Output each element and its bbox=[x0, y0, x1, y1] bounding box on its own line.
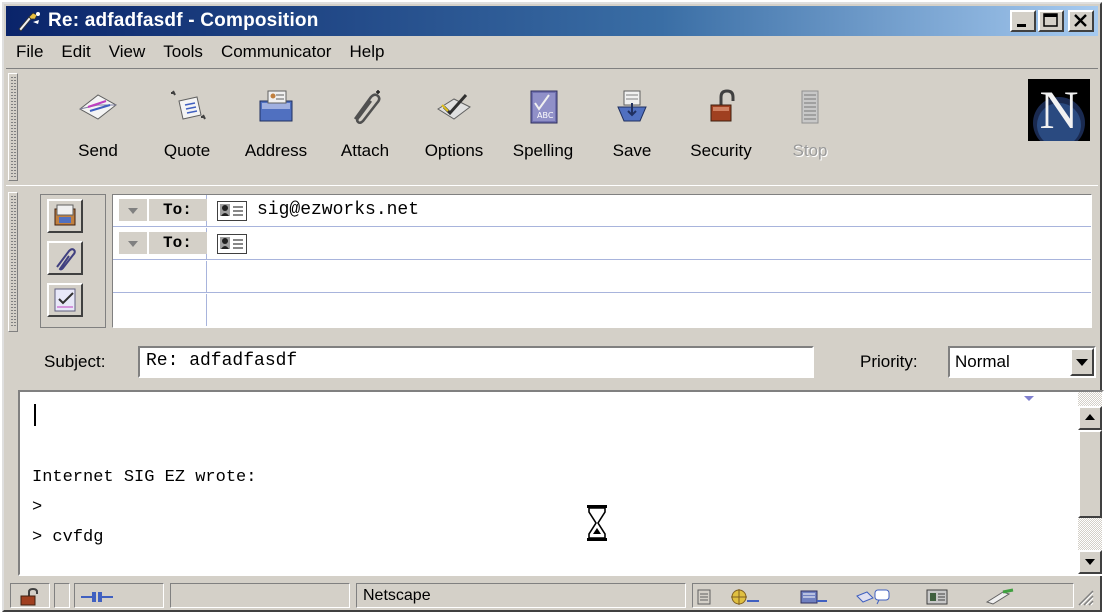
recipient-type-dropdown[interactable] bbox=[119, 232, 147, 254]
scroll-up-button[interactable] bbox=[1078, 406, 1102, 430]
options-checkmark-icon bbox=[432, 87, 476, 127]
address-card-icon[interactable] bbox=[217, 234, 247, 254]
address-side-tabs bbox=[40, 194, 106, 328]
recipient-list: To: sig@ezworks.net To: bbox=[112, 194, 1092, 328]
close-icon bbox=[1074, 14, 1087, 27]
recipient-row: To: bbox=[113, 228, 1091, 260]
scroll-thumb[interactable] bbox=[1078, 430, 1102, 518]
component-bar bbox=[692, 583, 1074, 608]
paperclip-icon bbox=[343, 87, 387, 127]
address-book-icon[interactable] bbox=[925, 588, 949, 606]
priority-label: Priority: bbox=[860, 352, 918, 371]
recipient-address[interactable]: sig@ezworks.net bbox=[257, 200, 419, 220]
menu-tools[interactable]: Tools bbox=[154, 42, 212, 62]
title-bar[interactable]: Re: adfadfasdf - Composition bbox=[6, 6, 1098, 36]
recipient-type-label[interactable]: To: bbox=[149, 232, 207, 254]
progress-bar bbox=[170, 583, 350, 608]
menu-edit[interactable]: Edit bbox=[52, 42, 99, 62]
maximize-button[interactable] bbox=[1038, 10, 1064, 32]
priority-value: Normal bbox=[955, 352, 1010, 371]
options-button[interactable]: Options bbox=[420, 79, 488, 179]
save-icon bbox=[610, 87, 654, 127]
menu-bar: File Edit View Tools Communicator Help bbox=[6, 38, 1098, 66]
body-line: > bbox=[32, 498, 43, 517]
component-bar-grip-icon bbox=[697, 589, 711, 605]
stop-icon bbox=[788, 87, 832, 127]
composer-icon[interactable] bbox=[983, 588, 1017, 606]
priority-select[interactable]: Normal bbox=[948, 346, 1096, 378]
vertical-scrollbar[interactable] bbox=[1078, 392, 1102, 574]
toolbar-grip[interactable] bbox=[8, 73, 18, 181]
netscape-logo[interactable]: N bbox=[1028, 79, 1090, 141]
connection-plug-icon bbox=[81, 592, 113, 602]
menu-communicator[interactable]: Communicator bbox=[212, 42, 341, 62]
composition-toolbar: Send Quote Address Attach Options ABC Sp… bbox=[6, 68, 1098, 186]
padlock-icon bbox=[20, 588, 38, 606]
menu-view[interactable]: View bbox=[100, 42, 155, 62]
close-button[interactable] bbox=[1068, 10, 1094, 32]
quote-icon bbox=[165, 87, 209, 127]
recipient-type-dropdown[interactable] bbox=[119, 199, 147, 221]
addressing-area: To: sig@ezworks.net To: bbox=[6, 188, 1098, 336]
window-title: Re: adfadfasdf - Composition bbox=[48, 10, 319, 31]
paperclip-icon bbox=[56, 248, 76, 271]
security-button[interactable]: Security bbox=[687, 79, 755, 179]
menu-help[interactable]: Help bbox=[340, 42, 393, 62]
mailbox-icon[interactable] bbox=[795, 588, 829, 606]
message-body[interactable]: Internet SIG EZ wrote: > > cvfdg bbox=[18, 390, 1104, 576]
subject-row: Subject: Re: adfadfasdf Priority: Normal bbox=[6, 338, 1098, 384]
body-line: > cvfdg bbox=[32, 528, 104, 547]
save-button[interactable]: Save bbox=[598, 79, 666, 179]
security-status[interactable] bbox=[10, 583, 50, 608]
resize-grip-icon[interactable] bbox=[1076, 588, 1094, 606]
address-card-icon[interactable] bbox=[217, 201, 247, 221]
text-caret bbox=[34, 404, 36, 426]
quote-button[interactable]: Quote bbox=[153, 79, 221, 179]
navigator-icon[interactable] bbox=[727, 588, 761, 606]
address-card-icon bbox=[54, 204, 76, 226]
attach-button[interactable]: Attach bbox=[331, 79, 399, 179]
netscape-logo-letter: N bbox=[1039, 80, 1079, 140]
minimize-button[interactable] bbox=[1010, 10, 1036, 32]
menu-file[interactable]: File bbox=[6, 42, 52, 62]
body-line: Internet SIG EZ wrote: bbox=[32, 468, 257, 487]
send-button[interactable]: Send bbox=[64, 79, 132, 179]
status-bar: Netscape bbox=[6, 580, 1098, 610]
triangle-marker-icon bbox=[1024, 396, 1034, 401]
chevron-down-icon[interactable] bbox=[1070, 348, 1094, 376]
options-checkmark-icon bbox=[54, 288, 76, 312]
recipient-row[interactable] bbox=[113, 294, 1091, 326]
discussion-groups-icon[interactable] bbox=[853, 588, 893, 606]
stop-button[interactable]: Stop bbox=[776, 79, 844, 179]
tab-attach-files[interactable] bbox=[47, 241, 83, 275]
subject-label: Subject: bbox=[44, 352, 106, 371]
send-icon bbox=[76, 87, 120, 127]
maximize-icon bbox=[1043, 13, 1058, 27]
svg-text:ABC: ABC bbox=[537, 111, 554, 120]
addressing-grip[interactable] bbox=[8, 192, 18, 332]
subject-input[interactable]: Re: adfadfasdf bbox=[138, 346, 814, 378]
padlock-icon bbox=[699, 87, 743, 127]
netscape-compose-icon bbox=[16, 10, 42, 32]
address-book-icon bbox=[254, 87, 298, 127]
tab-address-message[interactable] bbox=[47, 199, 83, 233]
online-status[interactable] bbox=[74, 583, 164, 608]
status-message: Netscape bbox=[356, 583, 686, 608]
scroll-down-button[interactable] bbox=[1078, 550, 1102, 574]
composition-window: Re: adfadfasdf - Composition File Edit V… bbox=[2, 2, 1104, 612]
status-spacer bbox=[54, 583, 70, 608]
spellcheck-icon: ABC bbox=[521, 87, 565, 127]
address-button[interactable]: Address bbox=[242, 79, 310, 179]
tab-message-options[interactable] bbox=[47, 283, 83, 317]
spelling-button[interactable]: ABC Spelling bbox=[509, 79, 577, 179]
minimize-icon bbox=[1017, 24, 1026, 27]
recipient-type-label[interactable]: To: bbox=[149, 199, 207, 221]
recipient-row[interactable] bbox=[113, 261, 1091, 293]
recipient-row: To: sig@ezworks.net bbox=[113, 195, 1091, 227]
hourglass-cursor-icon bbox=[587, 505, 607, 541]
